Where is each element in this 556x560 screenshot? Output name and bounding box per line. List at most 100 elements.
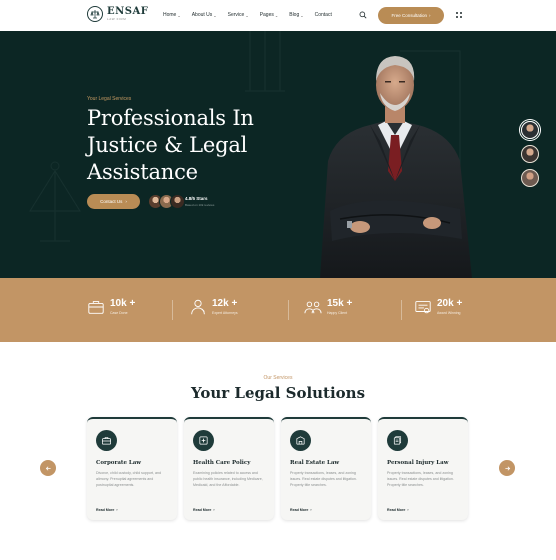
arrow-right-icon: › bbox=[310, 508, 312, 512]
nav-item-about[interactable]: About Us ⌄ bbox=[192, 12, 217, 18]
portrait-thumb[interactable] bbox=[521, 169, 539, 187]
nav-label: Blog bbox=[289, 12, 300, 18]
carousel-next-button[interactable] bbox=[499, 460, 515, 476]
site-header: ENSAF LAW FIRM Home ⌄ About Us ⌄ Service ⌄ … bbox=[0, 0, 556, 31]
briefcase-icon bbox=[88, 301, 104, 314]
service-card-title: Health Care Policy bbox=[193, 460, 251, 466]
button-label: Free Consultation bbox=[391, 13, 428, 18]
stat-attorneys: 12k + Expert Attorneys bbox=[189, 298, 238, 316]
nav-item-pages[interactable]: Pages ⌄ bbox=[260, 12, 279, 18]
stat-label: Expert Attorneys bbox=[212, 311, 238, 315]
service-card[interactable]: Health Care Policy Examining policies re… bbox=[184, 417, 274, 520]
main-nav: Home ⌄ About Us ⌄ Service ⌄ Pages ⌄ Blog ⌄ Co… bbox=[163, 12, 332, 18]
rating-block: 4.8/5 Stars Based on 10k reviews bbox=[185, 196, 214, 207]
link-label: Read More bbox=[290, 508, 309, 512]
free-consultation-button[interactable]: Free Consultation › bbox=[378, 7, 444, 24]
hero-section: Your Legal Services Professionals In Jus… bbox=[0, 31, 556, 278]
stats-band: 10k + Case Done 12k + Expert Attorneys 1… bbox=[0, 278, 556, 342]
chevron-down-icon: ⌄ bbox=[274, 12, 279, 18]
service-card-description: Examining policies related to access and… bbox=[193, 471, 263, 487]
briefcase-icon bbox=[96, 430, 117, 451]
stat-label: Award Winning bbox=[437, 311, 461, 315]
service-card-description: Property transactions, leases, and zonin… bbox=[290, 471, 357, 487]
arrow-right-icon: › bbox=[116, 508, 118, 512]
clients-icon bbox=[304, 301, 322, 314]
arrow-right-icon: › bbox=[125, 199, 127, 204]
stat-value: 12k + bbox=[212, 298, 238, 309]
logo-tagline: LAW FIRM bbox=[107, 17, 127, 21]
hero-title-line: Justice & Legal bbox=[87, 133, 248, 157]
rating-subtext: Based on 10k reviews bbox=[185, 203, 215, 207]
contact-us-button[interactable]: Contact Us › bbox=[87, 194, 140, 209]
stat-value: 20k + bbox=[437, 298, 463, 309]
nav-label: Pages bbox=[259, 12, 274, 18]
stat-divider bbox=[401, 300, 402, 320]
button-label: Contact Us bbox=[100, 199, 123, 204]
read-more-link[interactable]: Read More › bbox=[387, 508, 409, 512]
building-icon bbox=[290, 430, 311, 451]
stat-value: 10k + bbox=[110, 298, 136, 309]
grid-menu-icon[interactable] bbox=[456, 12, 462, 18]
chevron-down-icon: ⌄ bbox=[245, 12, 249, 18]
arrow-right-icon: › bbox=[213, 508, 215, 512]
chevron-down-icon: ⌄ bbox=[177, 12, 181, 18]
lawyer-portrait bbox=[320, 56, 472, 278]
nav-label: Home bbox=[163, 12, 177, 18]
hero-title: Professionals In Justice & Legal Assista… bbox=[87, 105, 287, 186]
hero-title-line: Professionals In bbox=[87, 106, 254, 130]
avatar bbox=[170, 194, 185, 209]
nav-label: About Us bbox=[191, 12, 213, 18]
portrait-thumb[interactable] bbox=[521, 121, 539, 139]
search-icon[interactable] bbox=[359, 11, 367, 19]
nav-item-blog[interactable]: Blog ⌄ bbox=[289, 12, 303, 18]
portrait-switcher bbox=[521, 121, 539, 187]
stat-divider bbox=[288, 300, 289, 320]
logo-name: ENSAF bbox=[107, 6, 149, 17]
link-label: Read More bbox=[96, 508, 115, 512]
nav-item-contact[interactable]: Contact bbox=[315, 12, 332, 18]
rating-value: 4.8/5 Stars bbox=[185, 196, 208, 201]
nav-item-home[interactable]: Home ⌄ bbox=[163, 12, 181, 18]
client-avatars bbox=[148, 194, 185, 209]
logo[interactable]: ENSAF LAW FIRM bbox=[87, 6, 148, 22]
hero-title-line: Assistance bbox=[87, 160, 198, 184]
service-card-description: Property transactions, leases, and zonin… bbox=[387, 471, 454, 487]
service-card[interactable]: Personal Injury Law Property transaction… bbox=[378, 417, 468, 520]
read-more-link[interactable]: Read More › bbox=[96, 508, 118, 512]
service-card-title: Personal Injury Law bbox=[387, 460, 449, 466]
services-title: Your Legal Solutions bbox=[190, 384, 366, 402]
link-label: Read More bbox=[387, 508, 406, 512]
stat-value: 15k + bbox=[327, 298, 353, 309]
service-card-description: Divorce, child custody, child support, a… bbox=[96, 471, 162, 487]
stat-label: Case Done bbox=[110, 311, 128, 315]
arrow-left-icon bbox=[45, 465, 51, 471]
service-card-title: Real Estate Law bbox=[290, 460, 340, 466]
attorney-icon bbox=[191, 299, 205, 315]
healthcare-icon bbox=[193, 430, 214, 451]
hero-eyebrow: Your Legal Services bbox=[87, 96, 132, 102]
nav-label: Service bbox=[227, 12, 245, 18]
documents-icon bbox=[387, 430, 408, 451]
chevron-down-icon: ⌄ bbox=[213, 12, 217, 18]
link-label: Read More bbox=[193, 508, 212, 512]
nav-item-service[interactable]: Service ⌄ bbox=[228, 12, 249, 18]
portrait-thumb[interactable] bbox=[521, 145, 539, 163]
nav-label: Contact bbox=[314, 12, 332, 18]
read-more-link[interactable]: Read More › bbox=[193, 508, 215, 512]
stat-clients: 15k + Happy Client bbox=[304, 298, 352, 316]
award-icon bbox=[415, 301, 431, 314]
services-section: Our Services Your Legal Solutions Corpor… bbox=[0, 342, 556, 560]
service-card[interactable]: Corporate Law Divorce, child custody, ch… bbox=[87, 417, 177, 520]
chevron-down-icon: ⌄ bbox=[300, 12, 304, 18]
stat-cases: 10k + Case Done bbox=[87, 298, 135, 316]
stat-divider bbox=[172, 300, 173, 320]
service-card-title: Corporate Law bbox=[96, 460, 142, 466]
scales-icon bbox=[87, 6, 103, 22]
service-card[interactable]: Real Estate Law Property transactions, l… bbox=[281, 417, 371, 520]
read-more-link[interactable]: Read More › bbox=[290, 508, 312, 512]
stat-label: Happy Client bbox=[327, 311, 348, 315]
arrow-right-icon bbox=[504, 465, 510, 471]
arrow-right-icon: › bbox=[407, 508, 409, 512]
carousel-prev-button[interactable] bbox=[40, 460, 56, 476]
stat-awards: 20k + Award Winning bbox=[414, 298, 462, 316]
